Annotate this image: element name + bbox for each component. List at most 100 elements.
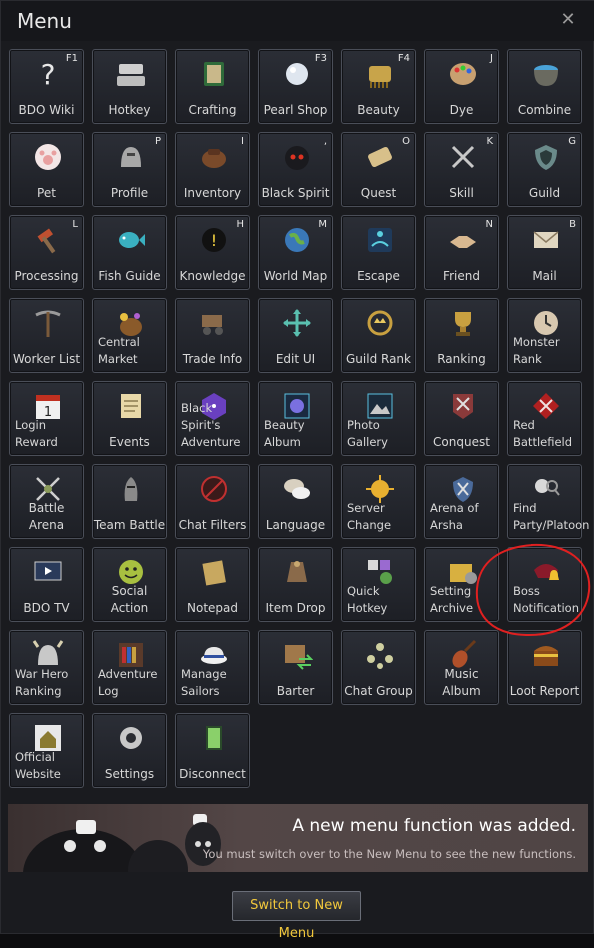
move-arrows-icon — [283, 309, 311, 337]
menu-tile-hotkey[interactable]: Hotkey — [92, 49, 167, 124]
menu-tile-official-website[interactable]: Official Website — [9, 713, 84, 788]
close-icon[interactable]: ✕ — [559, 11, 577, 29]
hotkey-label: F3 — [314, 53, 327, 64]
menu-tile-chat-group[interactable]: Chat Group — [341, 630, 416, 705]
menu-tile-battle-arena[interactable]: Battle Arena — [9, 464, 84, 539]
scroll-icon — [368, 146, 392, 168]
wagon-icon — [202, 315, 223, 335]
tile-label: Red Battlefield — [513, 418, 573, 449]
menu-tile-beauty[interactable]: F4 Beauty — [341, 49, 416, 124]
fish-icon — [119, 232, 145, 248]
menu-tile-friend[interactable]: N Friend — [424, 215, 499, 290]
menu-tile-profile[interactable]: P Profile — [92, 132, 167, 207]
hotkey-label: K — [486, 136, 493, 147]
menu-tile-black-spirit[interactable]: , Black Spirit — [258, 132, 333, 207]
note-icon — [202, 560, 226, 586]
menu-tile-find-party-platoon[interactable]: Find Party/Platoon — [507, 464, 589, 539]
menu-tile-manage-sailors[interactable]: Manage Sailors — [175, 630, 250, 705]
tile-label: Friend — [443, 269, 480, 283]
menu-tile-guild[interactable]: G Guild — [507, 132, 582, 207]
menu-tile-war-hero-ranking[interactable]: War Hero Ranking — [9, 630, 84, 705]
banner-headline: A new menu function was added. — [292, 816, 576, 836]
menu-tile-fish-guide[interactable]: Fish Guide — [92, 215, 167, 290]
menu-tile-mail[interactable]: B Mail — [507, 215, 582, 290]
hotkey-label: B — [569, 219, 576, 230]
menu-tile-ranking[interactable]: Ranking — [424, 298, 499, 373]
menu-tile-worker-list[interactable]: Worker List — [9, 298, 84, 373]
menu-tile-combine[interactable]: Combine — [507, 49, 582, 124]
menu-tile-world-map[interactable]: M World Map — [258, 215, 333, 290]
menu-tile-processing[interactable]: L Processing — [9, 215, 84, 290]
menu-tile-photo-gallery[interactable]: Photo Gallery — [341, 381, 416, 456]
switch-to-new-menu-button[interactable]: Switch to New Menu — [232, 891, 361, 941]
tile-label: Music Album — [442, 667, 481, 698]
menu-tile-disconnect[interactable]: Disconnect — [175, 713, 250, 788]
menu-grid: ? F1 BDO Wiki Hotkey Crafting F3 Pearl Shop F4 B… — [9, 49, 589, 794]
knight-icon — [124, 477, 138, 501]
menu-tile-barter[interactable]: Barter — [258, 630, 333, 705]
tile-label: Fish Guide — [98, 269, 161, 283]
tile-label: Crafting — [188, 103, 237, 117]
tile-label: Escape — [357, 269, 400, 283]
menu-tile-arena-of-arsha[interactable]: Arena of Arsha — [424, 464, 499, 539]
tile-label: Official Website — [15, 750, 61, 781]
bag-icon — [202, 149, 226, 168]
menu-tile-knowledge[interactable]: ! H Knowledge — [175, 215, 250, 290]
menu-tile-chat-filters[interactable]: Chat Filters — [175, 464, 250, 539]
menu-tile-social-action[interactable]: Social Action — [92, 547, 167, 622]
tile-label: Mail — [532, 269, 557, 283]
menu-tile-escape[interactable]: Escape — [341, 215, 416, 290]
menu-tile-inventory[interactable]: I Inventory — [175, 132, 250, 207]
menu-tile-trade-info[interactable]: Trade Info — [175, 298, 250, 373]
menu-tile-red-battlefield[interactable]: Red Battlefield — [507, 381, 582, 456]
menu-tile-conquest[interactable]: Conquest — [424, 381, 499, 456]
menu-tile-language[interactable]: Language — [258, 464, 333, 539]
menu-tile-settings[interactable]: Settings — [92, 713, 167, 788]
menu-tile-dye[interactable]: J Dye — [424, 49, 499, 124]
menu-tile-server-change[interactable]: Server Change — [341, 464, 416, 539]
menu-tile-pearl-shop[interactable]: F3 Pearl Shop — [258, 49, 333, 124]
window-title: Menu — [17, 9, 72, 33]
menu-tile-crafting[interactable]: Crafting — [175, 49, 250, 124]
menu-tile-bdo-tv[interactable]: BDO TV — [9, 547, 84, 622]
red-annotation-circle — [475, 543, 591, 637]
menu-window: Menu ✕ ? F1 BDO Wiki Hotkey Crafting F3 Pearl … — [0, 0, 594, 941]
tile-label: Black Spirit's Adventure — [181, 401, 241, 449]
menu-tile-login-reward[interactable]: 1 Login Reward — [9, 381, 84, 456]
menu-tile-events[interactable]: Events — [92, 381, 167, 456]
menu-tile-guild-rank[interactable]: Guild Rank — [341, 298, 416, 373]
menu-tile-quest[interactable]: O Quest — [341, 132, 416, 207]
menu-tile-monster-rank[interactable]: Monster Rank — [507, 298, 582, 373]
tile-label: Inventory — [183, 186, 242, 200]
tile-label: BDO TV — [23, 601, 70, 615]
escape-icon — [368, 228, 392, 252]
hotkey-label: P — [154, 136, 161, 147]
menu-tile-item-drop[interactable]: Item Drop — [258, 547, 333, 622]
comb-icon — [369, 66, 391, 88]
tile-label: Language — [265, 518, 326, 532]
treasure-chest-icon — [534, 646, 558, 666]
menu-tile-skill[interactable]: K Skill — [424, 132, 499, 207]
menu-tile-adventure-log[interactable]: Adventure Log — [92, 630, 167, 705]
menu-tile-black-spirit-s-adventure[interactable]: Black Spirit's Adventure — [175, 381, 250, 456]
menu-tile-music-album[interactable]: Music Album — [424, 630, 499, 705]
menu-tile-notepad[interactable]: Notepad — [175, 547, 250, 622]
palette-icon — [450, 63, 476, 85]
menu-tile-quick-hotkey[interactable]: Quick Hotkey — [341, 547, 416, 622]
menu-tile-pet[interactable]: Pet — [9, 132, 84, 207]
item-drop-icon — [287, 561, 307, 582]
title-bar: Menu ✕ — [1, 1, 594, 41]
menu-tile-bdo-wiki[interactable]: ? F1 BDO Wiki — [9, 49, 84, 124]
tile-label: Loot Report — [509, 684, 580, 698]
tile-label: Dye — [449, 103, 474, 117]
crafting-book-icon — [204, 62, 224, 86]
hotkey-label: O — [402, 136, 410, 147]
menu-tile-beauty-album[interactable]: Beauty Album — [258, 381, 333, 456]
tile-label: Social Action — [110, 584, 149, 615]
menu-tile-loot-report[interactable]: Loot Report — [507, 630, 582, 705]
menu-tile-team-battle[interactable]: Team Battle — [92, 464, 167, 539]
menu-tile-edit-ui[interactable]: Edit UI — [258, 298, 333, 373]
helmet-icon — [121, 147, 141, 167]
menu-tile-central-market[interactable]: Central Market — [92, 298, 167, 373]
crossed-axes-icon — [451, 145, 475, 169]
